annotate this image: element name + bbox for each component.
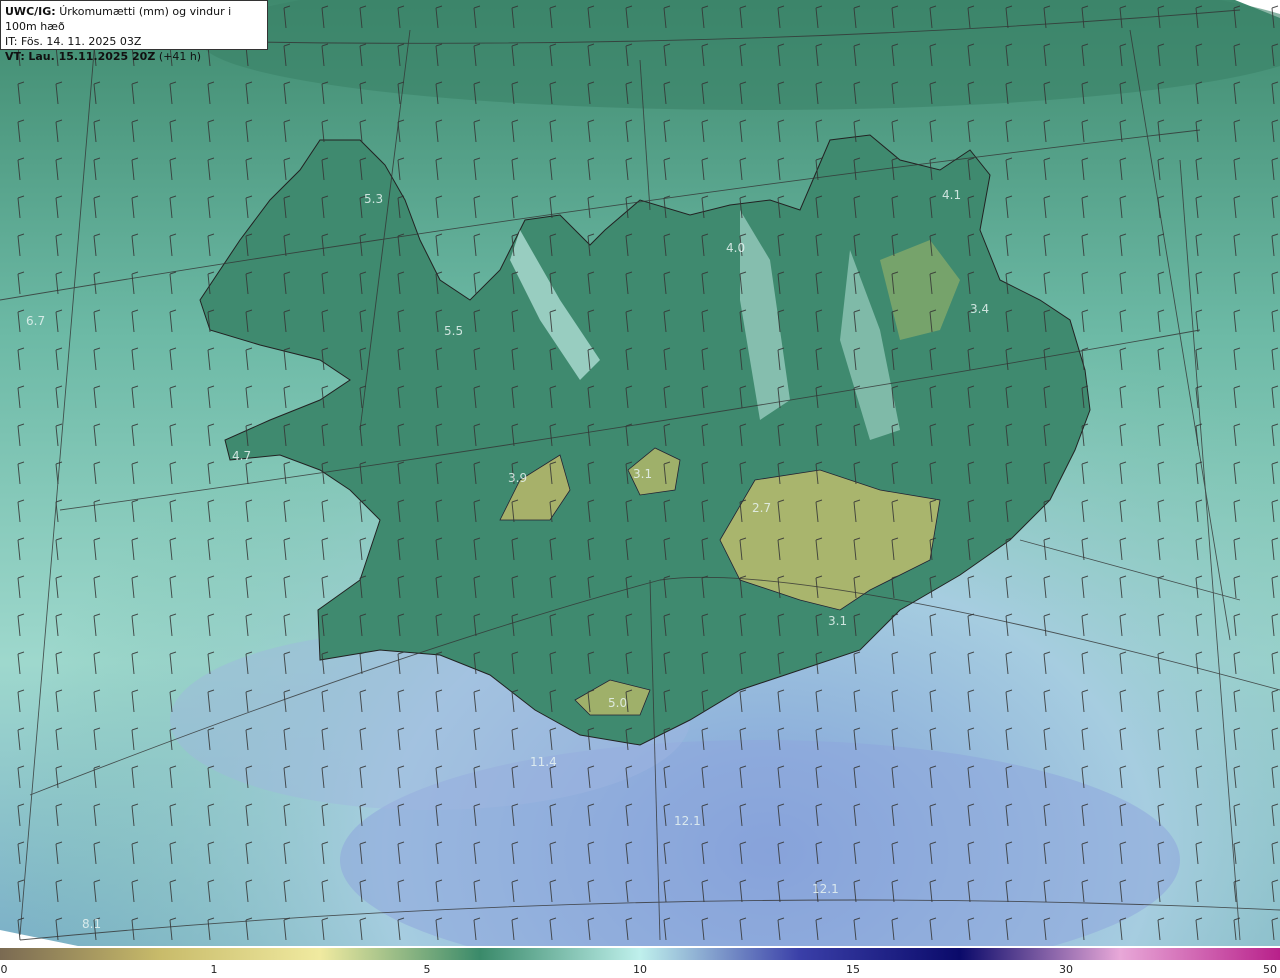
value-label: 4.0 bbox=[726, 241, 745, 255]
value-label: 5.0 bbox=[608, 696, 627, 710]
value-label: 4.1 bbox=[942, 188, 961, 202]
value-label: 3.9 bbox=[508, 471, 527, 485]
value-label: 11.4 bbox=[530, 755, 557, 769]
forecast-lead: (+41 h) bbox=[158, 50, 202, 63]
colorbar-tick: 5 bbox=[423, 963, 431, 976]
colorbar-tick: 0 bbox=[0, 963, 8, 976]
colorbar-tick: 50 bbox=[1263, 963, 1277, 976]
value-label: 5.5 bbox=[444, 324, 463, 338]
colorbar-gradient bbox=[0, 948, 1280, 960]
value-label: 12.1 bbox=[812, 882, 839, 896]
colorbar: 0 1 5 10 15 30 50 bbox=[0, 946, 1280, 978]
map-svg: 5.3 6.7 5.5 4.7 3.9 3.1 4.0 4.1 3.4 2.7 … bbox=[0, 0, 1280, 946]
value-label: 5.3 bbox=[364, 192, 383, 206]
colorbar-tick: 1 bbox=[210, 963, 218, 976]
valid-time-prefix: VT: bbox=[5, 50, 25, 63]
weather-map: 5.3 6.7 5.5 4.7 3.9 3.1 4.0 4.1 3.4 2.7 … bbox=[0, 0, 1280, 946]
value-label: 3.4 bbox=[970, 302, 989, 316]
value-label: 3.1 bbox=[828, 614, 847, 628]
value-label: 4.7 bbox=[232, 449, 251, 463]
colorbar-tick: 30 bbox=[1059, 963, 1073, 976]
value-label: 3.1 bbox=[633, 467, 652, 481]
colorbar-tick: 10 bbox=[633, 963, 647, 976]
colorbar-tick: 15 bbox=[846, 963, 860, 976]
init-time: IT: Fös. 14. 11. 2025 03Z bbox=[5, 35, 142, 48]
value-label: 8.1 bbox=[82, 917, 101, 931]
map-info-box: UWC/IG: Úrkomumætti (mm) og vindur i 100… bbox=[0, 0, 268, 63]
valid-time: Lau. 15.11.2025 20Z bbox=[28, 50, 156, 63]
value-label: 6.7 bbox=[26, 314, 45, 328]
value-label: 12.1 bbox=[674, 814, 701, 828]
model-label: UWC/IG: bbox=[5, 5, 56, 18]
value-label: 2.7 bbox=[752, 501, 771, 515]
